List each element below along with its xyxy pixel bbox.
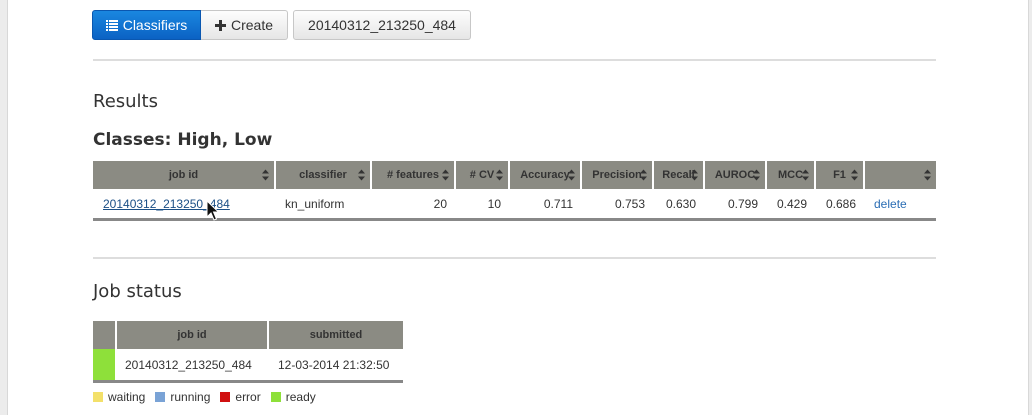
sort-icon	[924, 169, 931, 181]
column-header-job-id: job id	[116, 321, 269, 349]
column-header-submitted: submitted	[268, 321, 403, 349]
job-breadcrumb-button[interactable]: 20140312_213250_484	[293, 10, 471, 40]
column-header-f1[interactable]: F1	[815, 161, 865, 189]
job-status-table: job id submitted 20140312_213250_484 12-…	[93, 321, 403, 383]
sort-icon	[640, 169, 647, 181]
f1-cell: 0.686	[825, 196, 856, 211]
sort-icon	[358, 169, 365, 181]
accuracy-cell: 0.711	[543, 196, 573, 211]
column-header-classifier[interactable]: classifier	[275, 161, 372, 189]
table-row: 20140312_213250_484 12-03-2014 21:32:50	[93, 349, 403, 382]
submitted-cell: 12-03-2014 21:32:50	[278, 357, 390, 372]
sort-icon	[496, 169, 503, 181]
column-header-mcc[interactable]: MCC	[766, 161, 816, 189]
auroc-cell: 0.799	[727, 196, 758, 211]
sort-icon	[691, 169, 698, 181]
divider	[93, 257, 936, 259]
precision-cell: 0.753	[614, 196, 645, 211]
classifiers-button[interactable]: Classifiers	[92, 10, 201, 40]
create-button[interactable]: Create	[201, 10, 288, 40]
classifiers-button-label: Classifiers	[122, 17, 188, 33]
recall-cell: 0.630	[665, 196, 696, 211]
mcc-cell: 0.429	[776, 196, 807, 211]
plus-icon	[214, 19, 226, 31]
sort-icon	[802, 169, 809, 181]
column-header-status	[93, 321, 117, 349]
column-header-auroc[interactable]: AUROC	[704, 161, 767, 189]
list-icon	[105, 19, 118, 31]
column-header-precision[interactable]: Precision	[581, 161, 654, 189]
sort-icon	[262, 169, 269, 181]
status-indicator	[93, 349, 117, 382]
results-heading: Results	[93, 91, 158, 112]
table-row: 20140312_213250_484 kn_uniform 20 10 0.7…	[93, 189, 936, 220]
job-id-cell: 20140312_213250_484	[125, 357, 252, 372]
sort-icon	[753, 169, 760, 181]
results-table: job id classifier # features # CV Accura…	[93, 161, 936, 221]
sort-icon	[442, 169, 449, 181]
features-cell: 20	[433, 196, 447, 211]
column-header-recall[interactable]: Recall	[653, 161, 705, 189]
status-legend: waiting running error ready	[93, 390, 326, 404]
delete-link[interactable]: delete	[874, 197, 907, 211]
sort-icon	[568, 169, 575, 181]
column-header-job-id[interactable]: job id	[93, 161, 276, 189]
job-status-heading: Job status	[93, 281, 182, 302]
sort-icon	[851, 169, 858, 181]
divider	[93, 59, 936, 61]
column-header-features[interactable]: # features	[371, 161, 456, 189]
mouse-cursor-icon	[206, 199, 220, 227]
job-breadcrumb-label: 20140312_213250_484	[308, 17, 456, 33]
page-container: Classifiers Create 20140312_213250_484 R…	[7, 0, 1029, 415]
classifier-cell: kn_uniform	[285, 196, 345, 211]
create-button-label: Create	[230, 17, 274, 33]
column-header-actions[interactable]	[864, 161, 936, 189]
column-header-accuracy[interactable]: Accuracy	[509, 161, 582, 189]
legend-item-waiting: waiting	[93, 390, 145, 404]
legend-item-running: running	[155, 390, 210, 404]
legend-item-error: error	[220, 390, 261, 404]
legend-item-ready: ready	[270, 390, 316, 404]
classes-heading: Classes: High, Low	[93, 130, 273, 150]
column-header-cv[interactable]: # CV	[455, 161, 510, 189]
cv-cell: 10	[487, 196, 501, 211]
